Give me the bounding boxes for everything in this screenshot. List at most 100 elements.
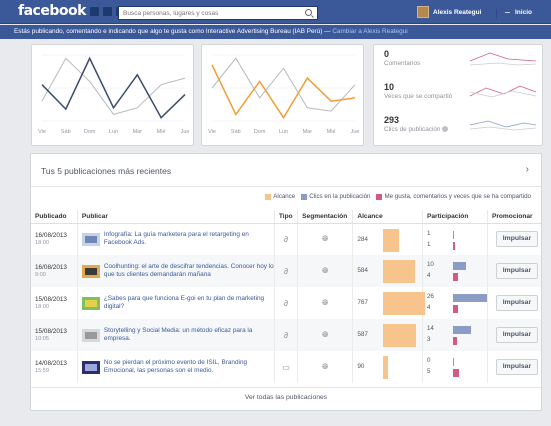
header-promote[interactable]: Promocionar (487, 210, 541, 224)
post-cell[interactable]: Coolhunting: el arte de descifrar tenden… (77, 255, 275, 287)
post-clicks-sparkline (469, 120, 537, 131)
post-preview[interactable]: No se pierdan el próximo evento de ISIL,… (81, 359, 274, 376)
targeting-cell: 🌐︎ (297, 287, 354, 319)
post-preview[interactable]: Coolhunting: el arte de descifrar tenden… (81, 263, 274, 280)
globe-icon: 🌐︎ (322, 234, 329, 244)
likes-bar (452, 273, 459, 281)
post-text[interactable]: ¿Sabes para que funciona E-goi en tu pla… (104, 295, 274, 312)
boost-button[interactable]: Impulsar (495, 327, 538, 343)
likes-bar (452, 241, 455, 250)
link-icon: ∂ (284, 330, 288, 340)
post-clicks-label: Clics de publicación (384, 126, 449, 133)
boost-button[interactable]: Impulsar (495, 359, 538, 375)
post-text[interactable]: No se pierdan el próximo evento de ISIL,… (104, 359, 274, 376)
user-profile-link[interactable]: Alexis Reategui (417, 6, 481, 18)
reach-cell: 584 (352, 255, 423, 287)
post-thumbnail[interactable] (81, 360, 100, 374)
post-preview[interactable]: ¿Sabes para que funciona E-goi en tu pla… (81, 295, 274, 312)
likes-bar (452, 369, 460, 377)
info-icon[interactable] (442, 126, 449, 133)
header-engagement[interactable]: Participación (422, 210, 488, 224)
header-published[interactable]: Publicado (31, 210, 78, 224)
engagement-cell: 26 4 (422, 287, 488, 319)
post-preview[interactable]: Storytelling y Social Media: un método e… (81, 327, 274, 344)
post-thumbnail[interactable] (81, 232, 100, 246)
table-row[interactable]: 15/08/2013 10:05 Storytelling y Social M… (31, 319, 541, 351)
targeting-cell: 🌐︎ (297, 255, 354, 287)
clicks-value: 1 (426, 229, 431, 237)
legend-swatch-reach (265, 193, 272, 200)
x-tick-label: Sáb (231, 129, 241, 135)
divider (505, 12, 510, 13)
globe-icon: 🌐︎ (322, 298, 329, 307)
post-thumbnail[interactable] (81, 296, 100, 310)
see-all-posts-link[interactable]: Ver todas las publicaciones (31, 394, 541, 401)
reach-value: 587 (357, 331, 368, 338)
search-input[interactable] (119, 7, 299, 19)
boost-button[interactable]: Impulsar (495, 263, 538, 279)
x-tick-label: Mar (133, 129, 143, 135)
header-type[interactable]: Tipo (274, 210, 299, 224)
home-link[interactable]: Inicio (515, 9, 532, 16)
stats-card: 0 Comentarios 10 Veces que se compartió … (373, 44, 543, 146)
messages-icon[interactable] (103, 7, 112, 16)
x-tick-label: Dom (254, 129, 266, 135)
post-cell[interactable]: ¿Sabes para que funciona E-goi en tu pla… (77, 287, 275, 319)
divider (31, 387, 541, 388)
x-tick-label: Lun (109, 129, 118, 135)
engagement-cell: 10 4 (422, 255, 488, 287)
engagement-cell: 1 1 (422, 223, 488, 255)
chevron-right-icon[interactable]: › (526, 164, 529, 175)
reach-value: 284 (357, 235, 368, 243)
table-row[interactable]: 16/08/2013 9:00 Coolhunting: el arte de … (31, 255, 541, 287)
search-icon[interactable] (305, 9, 312, 16)
likes-value: 4 (426, 304, 431, 311)
post-clicks-stat: 293 Clics de publicación (384, 115, 537, 133)
globe-icon: 🌐︎ (322, 330, 329, 339)
table-row[interactable]: 15/08/2013 18:00 ¿Sabes para que funcion… (31, 287, 541, 319)
type-cell: ∂ (274, 223, 299, 255)
targeting-cell: 🌐︎ (297, 351, 354, 383)
legend-reach-label: Alcance (273, 193, 296, 200)
boost-button[interactable]: Impulsar (495, 295, 538, 311)
published-cell: 15/08/2013 18:00 (31, 287, 78, 319)
reach-bar (383, 324, 416, 347)
reach-value: 767 (357, 299, 368, 306)
published-cell: 14/08/2013 15:59 (31, 351, 78, 383)
header-post[interactable]: Publicar (77, 210, 275, 224)
shares-label: Veces que se compartió (384, 93, 453, 100)
likes-value: 3 (426, 336, 431, 343)
post-preview[interactable]: Infografía: La guía marketera para el re… (81, 231, 274, 248)
series-line (211, 64, 356, 120)
boost-button[interactable]: Impulsar (495, 231, 538, 248)
post-thumbnail[interactable] (81, 328, 100, 342)
clicks-bar (452, 230, 454, 239)
x-tick-label: Sáb (61, 129, 71, 135)
switch-user-link[interactable]: Cambiar a Alexis Reategui (332, 28, 407, 35)
post-thumbnail[interactable] (81, 264, 100, 278)
table-row[interactable]: 16/08/2013 18:00 Infografía: La guía mar… (31, 223, 541, 255)
post-text[interactable]: Coolhunting: el arte de descifrar tenden… (104, 263, 274, 280)
x-tick-label: Mié (327, 129, 336, 135)
clicks-value: 0 (426, 357, 431, 364)
series-line (211, 57, 356, 112)
facebook-logo[interactable]: facebook (18, 3, 86, 19)
header-targeting[interactable]: Segmentación (297, 210, 354, 224)
post-text[interactable]: Storytelling y Social Media: un método e… (104, 327, 274, 344)
post-cell[interactable]: Infografía: La guía marketera para el re… (77, 223, 275, 255)
reach-cell: 587 (352, 319, 423, 351)
search-box[interactable] (118, 6, 318, 20)
x-tick-label: Jue (351, 129, 360, 135)
reach-bar (383, 260, 416, 283)
engagement-line-chart: Vie Sáb Dom Lun Mar Mié Jue (208, 54, 360, 135)
clicks-value: 14 (426, 325, 434, 332)
table-row[interactable]: 14/08/2013 15:59 No se pierdan el próxim… (31, 351, 541, 383)
post-cell[interactable]: Storytelling y Social Media: un método e… (77, 319, 275, 351)
posts-table: Publicado Publicar Tipo Segmentación Alc… (31, 210, 541, 383)
clicks-bar (452, 326, 472, 334)
post-cell[interactable]: No se pierdan el próximo evento de ISIL,… (77, 351, 275, 383)
type-cell: ∂ (274, 287, 299, 319)
post-text[interactable]: Infografía: La guía marketera para el re… (104, 231, 274, 248)
friend-requests-icon[interactable] (90, 7, 99, 16)
header-reach[interactable]: Alcance (352, 210, 423, 224)
